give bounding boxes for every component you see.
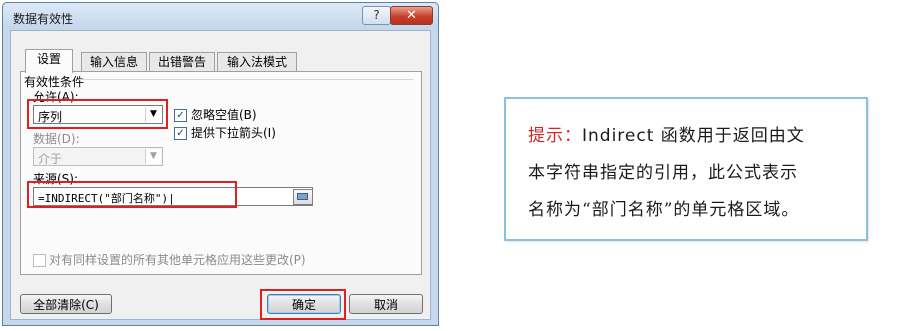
source-highlight-box (27, 181, 237, 208)
tab-settings[interactable]: 设置 (25, 49, 73, 73)
range-select-button[interactable] (293, 189, 313, 205)
checkmark-icon: ✓ (176, 110, 185, 121)
clear-all-label: 全部清除(C) (33, 298, 99, 312)
tab-error-alert[interactable]: 出错警告 (149, 52, 215, 72)
title-bar[interactable]: 数据有效性 ? ✕ (3, 3, 438, 30)
close-button[interactable]: ✕ (390, 6, 433, 25)
data-validation-dialog: 数据有效性 ? ✕ 设置 输入信息 出错警告 输入法模式 有效性条件 允许(A)… (2, 2, 439, 326)
tip-line-2: 本字符串指定的引用，此公式表示 (528, 163, 798, 183)
tip-line-3: 名称为“部门名称”的单元格区域。 (528, 200, 800, 220)
tab-settings-label: 设置 (36, 52, 61, 66)
allow-highlight-box (27, 99, 168, 129)
cancel-button[interactable]: 取消 (349, 294, 423, 314)
tip-label: 提示： (528, 126, 582, 146)
data-select: 介于 ▼ (33, 147, 163, 166)
tab-error-alert-label: 出错警告 (157, 55, 206, 69)
in-cell-dropdown-label: 提供下拉箭头(I) (191, 126, 276, 140)
help-button[interactable]: ? (362, 6, 391, 25)
chevron-down-icon: ▼ (145, 149, 161, 164)
tab-input-message[interactable]: 输入信息 (81, 52, 147, 72)
help-icon: ? (373, 8, 380, 22)
cancel-label: 取消 (373, 298, 398, 312)
data-select-value: 介于 (38, 152, 63, 166)
tip-note-box: 提示：Indirect 函数用于返回由文 本字符串指定的引用，此公式表示 名称为… (504, 97, 868, 241)
clear-all-button[interactable]: 全部清除(C) (20, 294, 112, 314)
apply-all-checkbox (33, 254, 46, 267)
range-select-icon (297, 193, 308, 200)
settings-panel: 有效性条件 允许(A): 序列 ▼ ✓ 忽略空值(B) ✓ 提供下拉箭头(I) … (20, 71, 422, 275)
ignore-blank-label: 忽略空值(B) (191, 108, 257, 122)
in-cell-dropdown-checkbox[interactable]: ✓ (174, 127, 187, 140)
ignore-blank-checkbox[interactable]: ✓ (174, 109, 187, 122)
tip-line-1-text: 函数用于返回由文 (654, 126, 805, 146)
tab-input-message-label: 输入信息 (89, 55, 138, 69)
apply-all-label: 对有同样设置的所有其他单元格应用这些更改(P) (49, 253, 306, 267)
tab-ime-mode[interactable]: 输入法模式 (217, 52, 297, 72)
dialog-title: 数据有效性 (13, 12, 74, 26)
group-divider (79, 79, 413, 80)
close-icon: ✕ (406, 8, 417, 23)
tab-ime-mode-label: 输入法模式 (226, 55, 287, 69)
data-label: 数据(D): (33, 132, 80, 146)
tip-line-1: 提示：Indirect 函数用于返回由文 (528, 121, 805, 146)
dialog-client-area: 设置 输入信息 出错警告 输入法模式 有效性条件 允许(A): 序列 ▼ ✓ 忽… (10, 30, 431, 320)
ok-highlight-box (260, 289, 346, 320)
tip-function-name: Indirect (582, 126, 655, 146)
checkmark-icon: ✓ (176, 128, 185, 139)
